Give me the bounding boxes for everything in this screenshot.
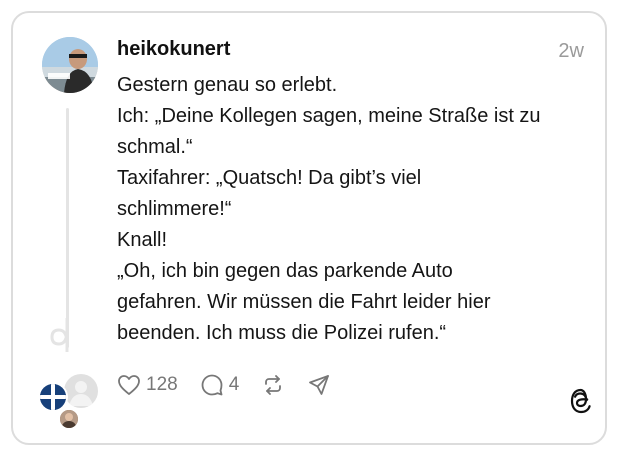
like-count: 128 (146, 374, 178, 395)
send-icon (309, 375, 330, 395)
post-line: Gestern genau so erlebt. (117, 74, 338, 96)
post-line: Taxifahrer: „Quatsch! Da gibt’s viel (117, 167, 422, 189)
post-line: gefahren. Wir müssen die Fahrt leider hi… (117, 291, 491, 313)
repost-button[interactable] (261, 373, 285, 397)
reply-button[interactable]: 4 (200, 373, 240, 397)
post-line: „Oh, ich bin gegen das parkende Auto (117, 260, 453, 282)
like-button[interactable]: 128 (117, 374, 178, 396)
action-bar: 128 4 (117, 370, 353, 400)
post-line: Ich: „Deine Kollegen sagen, meine Straße… (117, 105, 541, 127)
reply-avatars[interactable] (38, 374, 102, 430)
author-avatar[interactable] (42, 37, 98, 93)
comment-icon (201, 374, 223, 396)
heart-icon (118, 375, 140, 395)
repost-icon (265, 375, 282, 395)
post-line: Knall! (117, 229, 168, 251)
replier-avatar (38, 382, 68, 412)
post-line: schmal.“ (117, 136, 193, 158)
post-line: schlimmere!“ (117, 198, 232, 220)
reply-count: 4 (228, 374, 240, 395)
threads-logo-icon[interactable] (568, 387, 594, 415)
share-button[interactable] (307, 373, 331, 397)
post-body: Gestern genau so erlebt. Ich: „Deine Kol… (117, 70, 592, 349)
thread-curl (50, 318, 69, 352)
post-timestamp[interactable]: 2w (558, 40, 584, 63)
author-username[interactable]: heikokunert (117, 38, 230, 61)
post-line: beenden. Ich muss die Polizei rufen.“ (117, 322, 447, 344)
thread-line (66, 108, 69, 348)
replier-avatar (58, 408, 80, 430)
replier-avatar (64, 374, 98, 408)
